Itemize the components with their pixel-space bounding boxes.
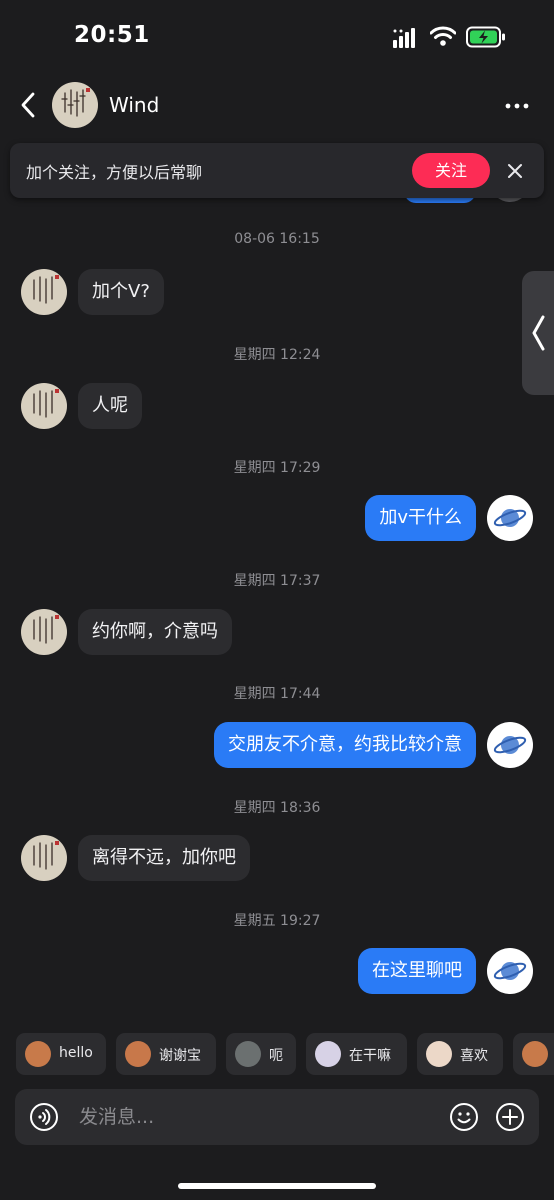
quick-reply-chip[interactable]: hello xyxy=(16,1033,106,1075)
quick-reply-chip[interactable]: 喜欢 xyxy=(417,1033,503,1075)
chat-header: Wind xyxy=(0,80,554,132)
message-input[interactable] xyxy=(79,1103,419,1131)
add-attachment-icon[interactable] xyxy=(495,1102,525,1132)
home-indicator xyxy=(178,1183,376,1189)
planet-icon xyxy=(493,962,527,980)
incoming-message-bubble[interactable]: 约你啊，介意吗 xyxy=(78,609,232,655)
status-time: 20:51 xyxy=(74,22,150,48)
quick-reply-label: 在干嘛 xyxy=(349,1048,391,1064)
message-timestamp: 08-06 16:15 xyxy=(234,231,320,247)
follow-banner: 加个关注，方便以后常聊 关注 xyxy=(10,143,544,198)
quick-reply-chip[interactable]: 在干嘛 xyxy=(306,1033,407,1075)
follow-prompt-text: 加个关注，方便以后常聊 xyxy=(26,163,203,182)
monkey-emoji-icon xyxy=(25,1041,51,1067)
quick-reply-label: hello xyxy=(59,1045,93,1061)
quick-reply-bar: hello 谢谢宝 呃 在干嘛 喜欢 xyxy=(0,1033,554,1077)
bunny-emoji-icon xyxy=(426,1041,452,1067)
close-icon[interactable] xyxy=(504,160,526,182)
quick-reply-label: 喜欢 xyxy=(460,1048,488,1064)
battery-icon xyxy=(466,26,505,48)
incoming-message-bubble[interactable]: 加个V? xyxy=(78,269,164,315)
quick-reply-label: 呃 xyxy=(269,1048,283,1064)
message-timestamp: 星期四 17:29 xyxy=(233,460,321,476)
outgoing-message-bubble[interactable]: 在这里聊吧 xyxy=(358,948,476,994)
outgoing-message-bubble[interactable]: 交朋友不介意，约我比较介意 xyxy=(214,722,476,768)
outgoing-message-bubble[interactable]: 加v干什么 xyxy=(365,495,476,541)
contact-message-avatar[interactable] xyxy=(21,383,67,429)
my-avatar[interactable] xyxy=(487,495,533,541)
quick-reply-label: 谢谢宝 xyxy=(159,1048,201,1064)
planet-icon xyxy=(493,736,527,754)
my-avatar[interactable] xyxy=(487,722,533,768)
monkey-emoji-icon xyxy=(522,1041,548,1067)
contact-message-avatar[interactable] xyxy=(21,835,67,881)
contact-name: Wind xyxy=(109,93,160,117)
planet-icon xyxy=(493,509,527,527)
message-input-bar xyxy=(15,1089,539,1145)
contact-message-avatar[interactable] xyxy=(21,609,67,655)
quick-reply-chip[interactable]: 谢谢宝 xyxy=(116,1033,216,1075)
back-arrow-icon[interactable] xyxy=(16,90,40,120)
my-avatar[interactable] xyxy=(487,948,533,994)
voice-input-icon[interactable] xyxy=(29,1102,59,1132)
message-timestamp: 星期四 17:44 xyxy=(233,686,321,702)
cellular-signal-icon xyxy=(393,28,415,48)
cat-emoji-icon xyxy=(235,1041,261,1067)
emoji-icon[interactable] xyxy=(449,1102,479,1132)
message-timestamp: 星期四 12:24 xyxy=(233,347,321,363)
follow-button[interactable]: 关注 xyxy=(412,153,490,188)
contact-message-avatar[interactable] xyxy=(21,269,67,315)
quick-reply-chip[interactable]: 呃 xyxy=(226,1033,296,1075)
message-timestamp: 星期五 19:27 xyxy=(233,913,321,929)
wifi-icon xyxy=(430,26,456,46)
message-timestamp: 星期四 17:37 xyxy=(233,573,321,589)
quick-reply-chip[interactable] xyxy=(513,1033,554,1075)
incoming-message-bubble[interactable]: 人呢 xyxy=(78,383,142,429)
contact-avatar[interactable] xyxy=(52,82,98,128)
incoming-message-bubble[interactable]: 离得不远，加你吧 xyxy=(78,835,250,881)
side-drawer-tab[interactable] xyxy=(522,271,554,395)
dog-emoji-icon xyxy=(315,1041,341,1067)
more-options-icon[interactable] xyxy=(504,96,530,116)
status-bar: 20:51 xyxy=(0,0,554,70)
monkey-emoji-icon xyxy=(125,1041,151,1067)
message-timestamp: 星期四 18:36 xyxy=(233,800,321,816)
